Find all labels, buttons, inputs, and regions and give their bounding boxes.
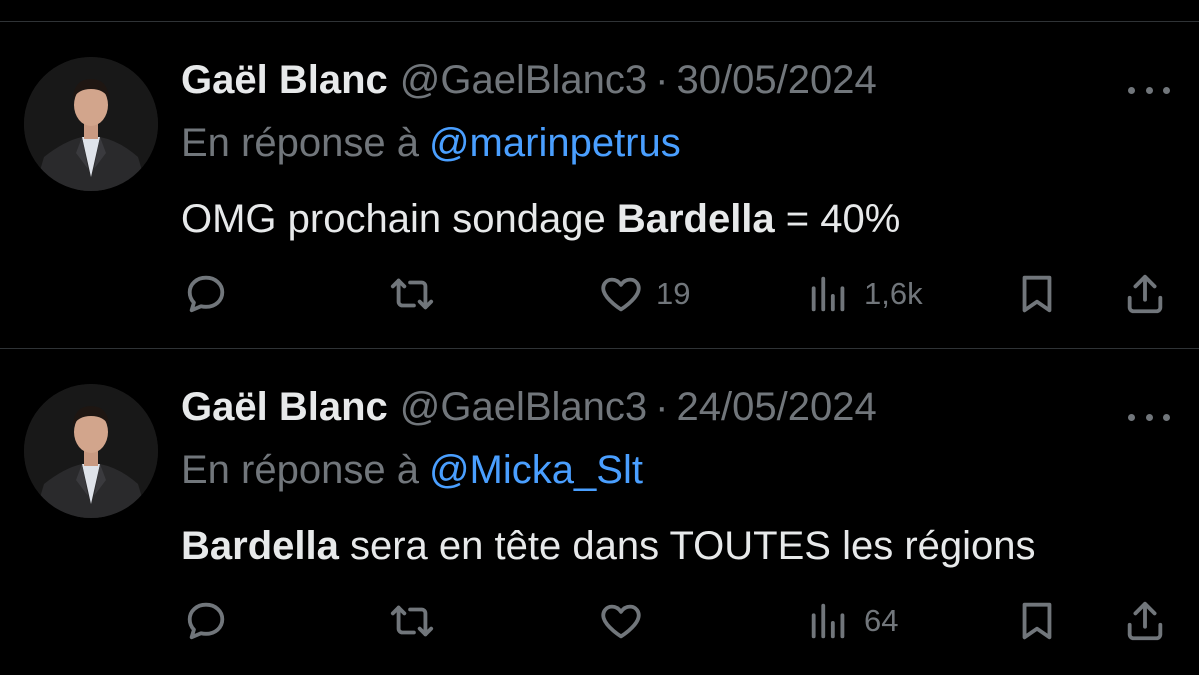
reply-mention[interactable]: @Micka_Slt	[429, 448, 643, 492]
header-separator: ·	[655, 385, 669, 429]
tweet-text: OMG prochain sondage Bardella = 40%	[181, 192, 900, 247]
like-count: 19	[656, 276, 691, 311]
header-separator: ·	[655, 58, 669, 102]
tweet-text-part: OMG prochain sondage	[181, 197, 617, 241]
bookmark-button[interactable]	[1014, 264, 1060, 324]
tweet-text-bold: Bardella	[181, 524, 339, 568]
avatar-photo	[24, 57, 158, 191]
reply-button[interactable]	[183, 591, 229, 651]
author-name[interactable]: Gaël Blanc	[181, 55, 388, 105]
avatar-photo	[24, 384, 158, 518]
views-icon	[811, 276, 845, 312]
reply-mention[interactable]: @marinpetrus	[429, 121, 681, 165]
tweet-actions: 64	[0, 591, 1199, 651]
reply-icon	[187, 602, 225, 640]
retweet-icon	[390, 278, 434, 310]
reply-prefix: En réponse à	[181, 121, 419, 165]
author-name[interactable]: Gaël Blanc	[181, 382, 388, 432]
reply-context: En réponse à @marinpetrus	[181, 118, 681, 168]
views-button[interactable]: 1,6k	[806, 264, 923, 324]
tweet-date[interactable]: 24/05/2024	[677, 382, 877, 432]
retweet-icon	[390, 605, 434, 637]
retweet-button[interactable]	[389, 591, 435, 651]
author-handle[interactable]: @GaelBlanc3	[400, 382, 647, 432]
reply-button[interactable]	[183, 264, 229, 324]
tweet-header: Gaël Blanc @GaelBlanc3 · 24/05/2024	[181, 382, 877, 432]
tweet-text: Bardella sera en tête dans TOUTES les ré…	[181, 519, 1036, 574]
tweet-date[interactable]: 30/05/2024	[677, 55, 877, 105]
share-icon	[1127, 274, 1163, 314]
views-count: 64	[864, 603, 899, 638]
tweet-actions: 19 1,6k	[0, 264, 1199, 324]
more-dots-icon[interactable]	[1128, 407, 1170, 427]
views-button[interactable]: 64	[806, 591, 898, 651]
reply-context: En réponse à @Micka_Slt	[181, 445, 643, 495]
author-handle[interactable]: @GaelBlanc3	[400, 55, 647, 105]
retweet-button[interactable]	[389, 264, 435, 324]
tweet-text-bold: Bardella	[616, 197, 775, 241]
bookmark-icon	[1022, 275, 1052, 313]
more-dots-icon[interactable]	[1128, 80, 1170, 100]
reply-prefix: En réponse à	[181, 448, 419, 492]
like-button[interactable]: 19	[598, 264, 690, 324]
tweet-text-part: = 40%	[774, 197, 901, 241]
avatar[interactable]	[24, 57, 158, 191]
views-count: 1,6k	[864, 276, 923, 311]
bookmark-button[interactable]	[1014, 591, 1060, 651]
reply-icon	[187, 275, 225, 313]
tweet[interactable]: Gaël Blanc @GaelBlanc3 · 30/05/2024 En r…	[0, 22, 1199, 348]
tweet-text-part: sera en tête dans TOUTES les régions	[338, 524, 1036, 568]
tweet-header: Gaël Blanc @GaelBlanc3 · 30/05/2024	[181, 55, 877, 105]
share-button[interactable]	[1122, 264, 1168, 324]
share-icon	[1127, 601, 1163, 641]
tweet[interactable]: Gaël Blanc @GaelBlanc3 · 24/05/2024 En r…	[0, 349, 1199, 675]
like-button[interactable]	[598, 591, 656, 651]
avatar[interactable]	[24, 384, 158, 518]
heart-icon	[601, 604, 641, 639]
heart-icon	[601, 277, 641, 312]
bookmark-icon	[1022, 602, 1052, 640]
share-button[interactable]	[1122, 591, 1168, 651]
views-icon	[811, 603, 845, 639]
